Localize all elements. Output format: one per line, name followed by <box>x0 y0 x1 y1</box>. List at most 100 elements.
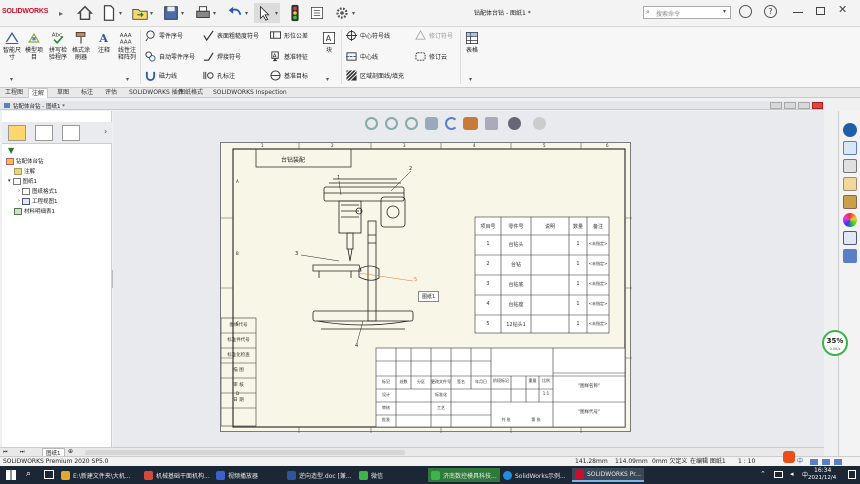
zoom-icon[interactable] <box>405 117 418 130</box>
revision-symbol-button[interactable]: 修订符号 <box>415 30 453 41</box>
smart-dimension-button[interactable]: 智能尺寸 <box>2 30 22 61</box>
tab-annotation[interactable]: 注解 <box>28 88 49 98</box>
tab-inspection[interactable]: SOLIDWORKS Inspection <box>210 88 290 98</box>
pan-icon[interactable] <box>425 117 438 130</box>
tree-root[interactable]: 钻配体台钻 <box>6 157 44 165</box>
revision-cloud-button[interactable]: 修订云 <box>415 51 447 62</box>
ribbon-chevron-down-icon[interactable]: ▾ <box>126 76 129 83</box>
clock-date[interactable]: 2021/12/4 <box>808 475 836 481</box>
balloon-button[interactable]: 零件序号 <box>145 30 183 41</box>
drawing-sheet[interactable]: 台钻装配 1 2 3 4 5 6 A B C D 1 2 3 4 5 图纸1 项… <box>220 142 632 433</box>
expand-icon[interactable]: › <box>18 198 20 204</box>
center-mark-button[interactable]: 中心符号线 <box>346 30 390 41</box>
search-input[interactable]: 搜索命令 <box>643 6 731 19</box>
doc-restore-icon[interactable] <box>798 102 810 109</box>
traffic-light-icon[interactable] <box>288 3 302 23</box>
tab-evaluate[interactable]: 评估 <box>102 88 120 98</box>
gear-icon[interactable]: ▾ <box>331 3 357 23</box>
minimize-icon[interactable] <box>793 12 803 13</box>
balloon-3[interactable]: 3 <box>295 251 298 257</box>
menu-expand-icon[interactable]: ▸ <box>59 9 63 18</box>
help-icon[interactable]: ? <box>764 5 777 18</box>
area-hatch-button[interactable]: 区域剖面线/填充 <box>346 70 404 81</box>
tab-sheet-format[interactable]: 图纸格式 <box>176 88 206 98</box>
zoom-to-area-icon[interactable] <box>385 117 398 130</box>
tree-item-sheet1[interactable]: ▾ 图纸1 <box>8 177 37 185</box>
block-chevron-down-icon[interactable]: ▾ <box>326 76 329 83</box>
hole-callout-button[interactable]: 孔标注 <box>203 70 235 81</box>
note-button[interactable]: A 注释 <box>95 30 113 54</box>
new-doc-icon[interactable]: ▾ <box>98 3 124 23</box>
rotate-icon[interactable] <box>445 117 458 130</box>
notification-icon[interactable] <box>848 470 856 479</box>
select-icon[interactable]: ▾ <box>254 3 280 23</box>
doc-tile-icon[interactable] <box>784 102 796 109</box>
appearances-icon[interactable] <box>843 195 857 209</box>
display-style-icon[interactable] <box>463 117 478 130</box>
block-button[interactable]: A 块 <box>320 30 338 54</box>
forum-icon[interactable] <box>843 249 857 263</box>
taskbar-item-wechat-chat[interactable]: 济南数控模具科技... <box>428 468 500 482</box>
format-painter-button[interactable]: 格式涂刷器 <box>71 30 91 61</box>
view-palette-icon[interactable] <box>843 177 857 191</box>
expand-icon[interactable]: ▾ <box>8 178 11 184</box>
datum-feature-button[interactable]: A 基准特征 <box>270 51 308 62</box>
tab-sketch[interactable]: 草图 <box>54 88 72 98</box>
tab-drawing[interactable]: 工程图 <box>2 88 26 98</box>
color-wheel-icon[interactable] <box>843 213 857 227</box>
tab-markup[interactable]: 标注 <box>78 88 96 98</box>
search-dropdown-icon[interactable]: ▾ <box>723 8 726 15</box>
save-icon[interactable]: ▾ <box>160 3 186 23</box>
property-manager-tab-icon[interactable] <box>35 125 53 141</box>
centerline-button[interactable]: 中心线 <box>346 51 378 62</box>
home-icon[interactable] <box>76 3 94 23</box>
task-view-icon[interactable] <box>44 470 54 479</box>
taskbar-item-wechat[interactable]: 微信 <box>356 468 386 482</box>
file-explorer-icon[interactable] <box>843 159 857 173</box>
balloon-4[interactable]: 4 <box>355 343 358 349</box>
tray-chevron-icon[interactable]: ⌃ <box>760 470 766 478</box>
model-items-button[interactable]: 模型项目 <box>24 30 44 61</box>
tree-item-drawing-view[interactable]: › 工程视图1 <box>18 197 58 205</box>
surface-finish-button[interactable]: 表面粗糙度符号 <box>203 30 259 41</box>
taskbar-item-video[interactable]: 视频播放器 <box>213 468 261 482</box>
ribbon-chevron-down-icon[interactable]: ▾ <box>10 76 13 83</box>
filter-icon[interactable]: ▼ <box>8 146 14 155</box>
restore-icon[interactable] <box>816 7 825 15</box>
auto-balloon-button[interactable]: 自动零件序号 <box>145 51 195 62</box>
doc-minimize-icon[interactable] <box>770 102 782 109</box>
config-manager-tab-icon[interactable] <box>62 125 80 141</box>
zoom-to-fit-icon[interactable] <box>365 117 378 130</box>
windows-start-icon[interactable] <box>6 470 16 480</box>
user-icon[interactable] <box>739 5 752 18</box>
add-sheet-icon[interactable]: ⊕ <box>68 448 73 455</box>
design-library-icon[interactable] <box>843 141 857 155</box>
appearance-icon[interactable] <box>533 117 546 130</box>
balloon-2[interactable]: 2 <box>409 166 412 172</box>
tree-item-bom[interactable]: 材料明细表1 <box>14 207 55 215</box>
clock-time[interactable]: 16:34 <box>814 467 831 474</box>
volume-icon[interactable]: ◂ <box>790 470 794 478</box>
balloon-5[interactable]: 5 <box>414 277 417 283</box>
expand-icon[interactable]: › <box>18 188 20 194</box>
feature-manager-tab-icon[interactable] <box>8 125 26 141</box>
tree-item-annotations[interactable]: 注解 <box>14 167 35 175</box>
print-icon[interactable]: ▾ <box>192 3 218 23</box>
ime-logo-icon[interactable] <box>783 451 795 463</box>
taskbar-item-explorer[interactable]: E:\新建文件夹\大机... <box>58 468 134 482</box>
options-list-icon[interactable] <box>309 3 325 23</box>
open-icon[interactable]: ▾ <box>128 3 156 23</box>
datum-target-button[interactable]: 基准目标 <box>270 70 308 81</box>
taskbar-item-solidworks[interactable]: SOLIDWORKS Pr... <box>572 468 644 482</box>
magnetic-line-button[interactable]: 磁力线 <box>145 70 177 81</box>
taskbar-item-pdf[interactable]: 机械基础干面机构... <box>141 468 213 482</box>
doc-close-icon[interactable] <box>812 102 823 109</box>
network-icon[interactable] <box>774 471 783 478</box>
panel-next-icon[interactable]: › <box>104 127 107 136</box>
balloon-1[interactable]: 1 <box>337 175 340 181</box>
custom-properties-icon[interactable] <box>843 231 857 245</box>
horizontal-scrollbar[interactable] <box>85 450 405 455</box>
ime-tools-icon[interactable] <box>810 459 850 465</box>
sheet-nav-last-icon[interactable]: ⏭ <box>20 449 25 455</box>
taskbar-item-browser[interactable]: SolidWorks示例... <box>500 468 569 482</box>
